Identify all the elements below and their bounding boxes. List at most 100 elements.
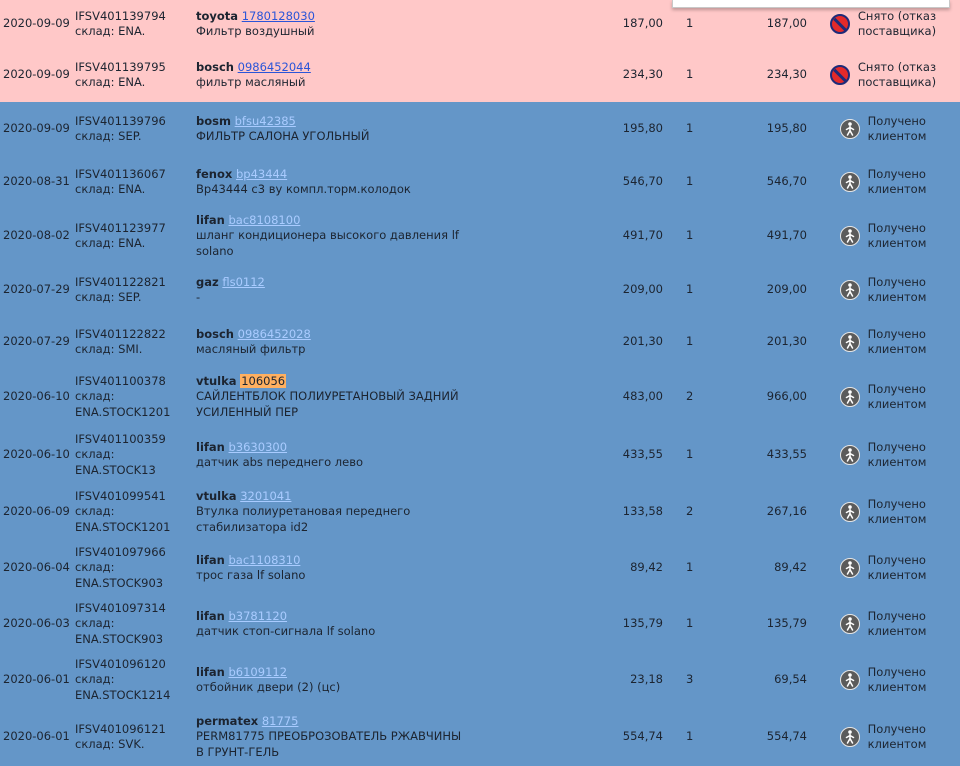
order-date: 2020-09-09	[3, 67, 70, 82]
brand-name: lifan	[196, 212, 225, 227]
status-line: Снято (отказ	[857, 59, 937, 74]
order-date-cell: 2020-09-09	[3, 48, 70, 102]
part-number-link[interactable]: bp43444	[236, 167, 287, 181]
order-date: 2020-06-10	[3, 389, 70, 404]
line-total: 554,74	[766, 729, 807, 744]
total-cell: 546,70	[720, 156, 807, 208]
quantity-cell: 1	[686, 540, 716, 596]
price-cell: 483,00	[560, 368, 663, 426]
order-row: 2020-06-04 IFSV401097966 склад: ENA.STOCK90…	[0, 540, 960, 596]
status-text: Получено клиентом	[868, 722, 927, 753]
status-line: клиентом	[867, 236, 927, 250]
order-row: 2020-06-10 IFSV401100359 склад: ENA.STOCK13…	[0, 426, 960, 484]
product-description: масляный фильтр	[196, 342, 306, 356]
product-cell: toyota 1780128030 Фильтр воздушный	[196, 0, 466, 48]
quantity-cell: 2	[686, 484, 716, 540]
received-icon	[839, 558, 860, 578]
order-id: IFSV401099541	[75, 488, 166, 503]
part-number-link[interactable]: bac1108310	[229, 553, 301, 567]
part-number-link[interactable]: fls0112	[222, 275, 265, 289]
order-date-cell: 2020-07-29	[3, 316, 70, 368]
unit-price: 209,00	[622, 282, 663, 297]
brand-name: lifan	[196, 664, 225, 679]
product-line: lifan bac1108310	[196, 553, 466, 569]
warehouse-label: ENA.STOCK903	[75, 575, 164, 590]
product-description: Втулка полиуретановая переднего стабилиз…	[196, 504, 411, 534]
unit-price: 483,00	[622, 389, 663, 404]
product-description: -	[196, 290, 201, 304]
order-id: IFSV401097314	[75, 600, 166, 615]
price-cell: 133,58	[560, 484, 663, 540]
warehouse-label: склад:	[75, 672, 115, 687]
product-description: шланг кондиционера высокого давления lf …	[196, 228, 459, 258]
status-cell: Получено клиентом	[813, 708, 953, 766]
product-line: lifan bac8108100	[196, 213, 466, 229]
part-number-link[interactable]: 0986452044	[238, 60, 311, 74]
price-cell: 89,42	[560, 540, 663, 596]
unit-price: 187,00	[622, 16, 663, 31]
quantity: 2	[686, 389, 694, 404]
quantity-cell: 1	[686, 596, 716, 652]
total-cell: 554,74	[720, 708, 807, 766]
status-text: Получено клиентом	[868, 382, 927, 413]
status-text: Получено клиентом	[868, 553, 927, 584]
order-date: 2020-09-09	[3, 121, 70, 136]
product-description: датчик abs переднего лево	[196, 455, 364, 469]
quantity: 1	[686, 334, 694, 349]
part-number-link[interactable]: b3630300	[229, 440, 288, 454]
part-number-link[interactable]: bac8108100	[229, 213, 301, 227]
status-text: Получено клиентом	[868, 665, 927, 696]
unit-price: 546,70	[622, 174, 663, 189]
order-date-cell: 2020-06-03	[3, 596, 70, 652]
status-line: Получено	[867, 220, 926, 235]
product-cell: vtulka 3201041 Втулка полиуретановая пере…	[196, 484, 466, 540]
status-cell: Получено клиентом	[813, 316, 953, 368]
quantity: 1	[686, 729, 694, 744]
order-id-cell: IFSV401136067 склад: ENA.	[75, 156, 190, 208]
warehouse-label: ENA.STOCK1214	[75, 687, 171, 702]
product-cell: bosm bfsu42385 ФИЛЬТР САЛОНА УГОЛЬНЫЙ	[196, 102, 466, 156]
unit-price: 195,80	[622, 121, 663, 136]
product-description: PERM81775 ПРЕОБРОЗОВАТЕЛЬ РЖАВЧИНЫ В ГРУ…	[196, 729, 462, 759]
product-cell: lifan b3781120 датчик стоп-сигнала lf sol…	[196, 596, 466, 652]
total-cell: 201,30	[720, 316, 807, 368]
quantity: 1	[686, 174, 694, 189]
unit-price: 23,18	[630, 672, 663, 687]
total-cell: 491,70	[720, 208, 807, 264]
price-cell: 23,18	[560, 652, 663, 708]
part-number-link[interactable]: 1780128030	[242, 9, 315, 23]
unit-price: 234,30	[622, 67, 663, 82]
received-icon	[839, 332, 860, 352]
brand-name: fenox	[196, 166, 233, 181]
part-number-link[interactable]: 0986452028	[238, 327, 311, 341]
part-number-link[interactable]: bfsu42385	[235, 114, 296, 128]
part-number-link[interactable]: b3781120	[229, 609, 288, 623]
status-line: клиентом	[867, 455, 927, 469]
part-number-link[interactable]: 3201041	[240, 489, 291, 503]
order-date-cell: 2020-06-04	[3, 540, 70, 596]
quantity-cell: 1	[686, 156, 716, 208]
status-line: Получено	[867, 439, 926, 454]
order-row: 2020-06-01 IFSV401096120 склад: ENA.STOCK12…	[0, 652, 960, 708]
part-number-link[interactable]: 106056	[240, 373, 287, 388]
brand-name: gaz	[196, 274, 219, 289]
brand-name: vtulka	[196, 373, 237, 388]
part-number-link[interactable]: 81775	[262, 714, 299, 728]
price-cell: 135,79	[560, 596, 663, 652]
order-id-cell: IFSV401100378 склад: ENA.STOCK1201	[75, 368, 190, 426]
status-line: поставщика)	[857, 24, 937, 38]
order-id-cell: IFSV401139794 склад: ENA.	[75, 0, 190, 48]
line-total: 195,80	[766, 121, 807, 136]
product-line: lifan b3630300	[196, 440, 466, 456]
unit-price: 135,79	[622, 616, 663, 631]
order-date: 2020-06-09	[3, 504, 70, 519]
product-description: датчик стоп-сигнала lf solano	[196, 624, 376, 638]
warehouse-label: ENA.STOCK1201	[75, 519, 171, 534]
status-cell: Снято (отказ поставщика)	[813, 48, 953, 102]
order-date: 2020-06-01	[3, 729, 70, 744]
status-text: Снято (отказ поставщика)	[858, 60, 936, 91]
brand-name: lifan	[196, 608, 225, 623]
part-number-link[interactable]: b6109112	[229, 665, 288, 679]
price-cell: 546,70	[560, 156, 663, 208]
status-text: Получено клиентом	[868, 167, 927, 198]
